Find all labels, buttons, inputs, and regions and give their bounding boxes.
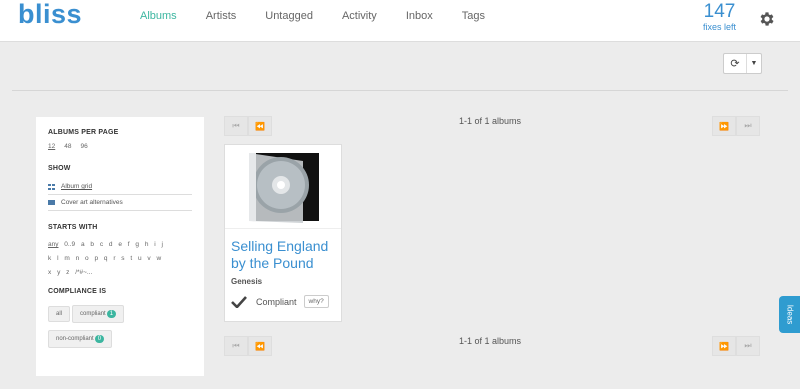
letters-row-3: x y z /*#~... <box>48 266 188 280</box>
list-icon <box>48 200 55 205</box>
letter-w[interactable]: w <box>156 255 161 262</box>
refresh-button-group: ⟳ ▼ <box>723 53 762 74</box>
per-page-96[interactable]: 96 <box>80 143 87 150</box>
top-navbar: bliss Albums Artists Untagged Activity I… <box>0 0 800 42</box>
show-cover-label: Cover art alternatives <box>61 199 123 206</box>
compliance-compliant-button[interactable]: compliant 1 <box>72 305 125 323</box>
letter-c[interactable]: c <box>100 241 103 248</box>
show-album-grid-label: Album grid <box>61 183 93 190</box>
letter-x[interactable]: x <box>48 269 51 276</box>
filter-sidebar: ALBUMS PER PAGE 12 48 96 SHOW Album grid… <box>36 117 204 376</box>
logo[interactable]: bliss <box>18 0 82 30</box>
nav-albums[interactable]: Albums <box>140 10 177 22</box>
prev-page-icon[interactable]: ⏪ <box>248 336 272 356</box>
letter-u[interactable]: u <box>138 255 142 262</box>
first-page-icon[interactable]: ⏮ <box>224 116 248 136</box>
letter-z[interactable]: z <box>66 269 69 276</box>
letter-digits[interactable]: 0..9 <box>64 241 75 248</box>
compliance-non-compliant-label: non-compliant <box>56 336 94 342</box>
next-page-icon[interactable]: ⏩ <box>712 116 736 136</box>
starts-with-title: STARTS WITH <box>48 224 98 231</box>
ideas-tab-label: Ideas <box>784 304 794 325</box>
ideas-tab[interactable]: Ideas <box>779 296 800 333</box>
albums-per-page-title: ALBUMS PER PAGE <box>48 129 119 136</box>
fixes-counter[interactable]: 147 fixes left <box>702 1 736 33</box>
next-page-icon[interactable]: ⏩ <box>712 336 736 356</box>
letter-t[interactable]: t <box>130 255 132 262</box>
letter-filter: any 0..9 a b c d e f g h i j k l m n o p… <box>48 238 188 280</box>
per-page-12[interactable]: 12 <box>48 143 55 150</box>
compliance-non-compliant-button[interactable]: non-compliant 0 <box>48 330 113 348</box>
why-button[interactable]: why? <box>303 295 329 308</box>
letter-n[interactable]: n <box>76 255 80 262</box>
pager-bottom-left: ⏮ ⏪ <box>224 336 272 356</box>
letter-h[interactable]: h <box>145 241 149 248</box>
letter-q[interactable]: q <box>104 255 108 262</box>
fixes-count: 147 <box>703 1 736 22</box>
nav-tags[interactable]: Tags <box>462 10 485 22</box>
last-page-icon[interactable]: ⏭ <box>736 336 760 356</box>
compliance-filter: all compliant 1 non-compliant 0 <box>48 302 192 352</box>
chevron-down-icon[interactable]: ▼ <box>747 54 761 73</box>
show-title: SHOW <box>48 165 71 172</box>
letter-y[interactable]: y <box>57 269 60 276</box>
nav-inbox[interactable]: Inbox <box>406 10 433 22</box>
album-cover[interactable] <box>225 145 341 229</box>
last-page-icon[interactable]: ⏭ <box>736 116 760 136</box>
compliance-all-label: all <box>56 311 63 317</box>
letter-s[interactable]: s <box>121 255 124 262</box>
check-icon <box>231 295 247 308</box>
letter-b[interactable]: b <box>90 241 94 248</box>
letter-i[interactable]: i <box>154 241 155 248</box>
letter-v[interactable]: v <box>147 255 150 262</box>
pager-top-left: ⏮ ⏪ <box>224 116 272 136</box>
letter-e[interactable]: e <box>118 241 122 248</box>
letter-l[interactable]: l <box>57 255 58 262</box>
grid-icon <box>48 183 55 190</box>
main-nav: Albums Artists Untagged Activity Inbox T… <box>140 10 514 22</box>
letter-symbols[interactable]: /*#~... <box>75 269 92 276</box>
compliance-status-label: Compliant <box>256 296 297 307</box>
compliance-compliant-label: compliant <box>80 311 106 317</box>
non-compliant-count-badge: 0 <box>94 335 105 343</box>
letter-any[interactable]: any <box>48 241 58 248</box>
fixes-label: fixes left <box>702 22 736 32</box>
letter-m[interactable]: m <box>64 255 69 262</box>
letter-a[interactable]: a <box>81 241 85 248</box>
letter-k[interactable]: k <box>48 255 51 262</box>
compliance-all-button[interactable]: all <box>48 306 71 322</box>
compliance-title: COMPLIANCE IS <box>48 288 107 295</box>
refresh-icon[interactable]: ⟳ <box>724 54 747 73</box>
letters-row-1: any 0..9 a b c d e f g h i j <box>48 238 188 252</box>
show-album-grid[interactable]: Album grid <box>48 179 192 195</box>
letter-p[interactable]: p <box>94 255 98 262</box>
per-page-48[interactable]: 48 <box>64 143 71 150</box>
compliant-count-badge: 1 <box>106 310 117 318</box>
first-page-icon[interactable]: ⏮ <box>224 336 248 356</box>
letter-d[interactable]: d <box>109 241 113 248</box>
per-page-options: 12 48 96 <box>48 143 192 150</box>
album-count-bottom: 1-1 of 1 albums <box>459 336 522 346</box>
prev-page-icon[interactable]: ⏪ <box>248 116 272 136</box>
divider <box>12 90 788 91</box>
letters-row-2: k l m n o p q r s t u v w <box>48 252 188 266</box>
letter-j[interactable]: j <box>162 241 163 248</box>
letter-r[interactable]: r <box>113 255 115 262</box>
nav-activity[interactable]: Activity <box>342 10 377 22</box>
letter-g[interactable]: g <box>135 241 139 248</box>
album-count-top: 1-1 of 1 albums <box>459 116 522 126</box>
album-card[interactable]: Selling England by the Pound Genesis Com… <box>224 144 342 322</box>
nav-artists[interactable]: Artists <box>206 10 237 22</box>
letter-o[interactable]: o <box>85 255 89 262</box>
album-artist: Genesis <box>231 277 263 286</box>
pager-top-right: ⏩ ⏭ <box>712 116 760 136</box>
cd-case-icon <box>249 152 319 223</box>
pager-bottom-right: ⏩ ⏭ <box>712 336 760 356</box>
letter-f[interactable]: f <box>128 241 130 248</box>
show-cover-alternatives[interactable]: Cover art alternatives <box>48 195 192 211</box>
gear-icon[interactable] <box>758 10 776 28</box>
album-title[interactable]: Selling England by the Pound <box>225 229 341 272</box>
album-status: Compliant why? <box>225 291 341 312</box>
nav-untagged[interactable]: Untagged <box>265 10 313 22</box>
